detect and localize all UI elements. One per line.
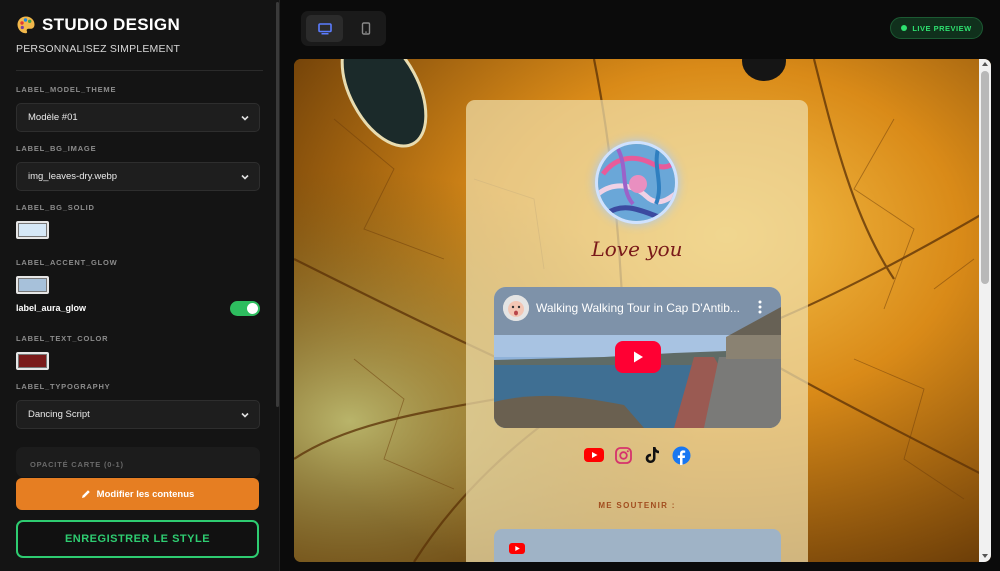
avatar-image [598,144,675,221]
youtube-link[interactable] [584,445,604,465]
card-opacity-panel[interactable]: OPACITÉ CARTE (0-1) [16,447,260,477]
preview-scrollbar-thumb[interactable] [981,71,989,284]
bg-solid-swatch [18,223,47,237]
accent-glow-label: LABEL_ACCENT_GLOW [16,258,118,267]
text-color-label: LABEL_TEXT_COLOR [16,334,109,343]
toggle-knob [247,303,258,314]
mobile-view-button[interactable] [347,15,384,42]
accent-glow-swatch [18,278,47,292]
support-label: ME SOUTENIR : [598,501,676,510]
brand: STUDIO DESIGN [16,15,180,35]
edit-content-button[interactable]: Modifier les contenus [16,478,259,510]
scroll-up-arrow-icon[interactable] [982,62,988,66]
video-title[interactable]: Walking Walking Tour in Cap D'Antib... [536,301,740,315]
desktop-view-button[interactable] [306,15,343,42]
desktop-icon [317,22,332,34]
model-theme-label: LABEL_MODEL_THEME [16,85,117,94]
social-links [584,445,691,465]
bg-image-select[interactable]: img_leaves-dry.webp [16,162,260,191]
divider [16,70,263,71]
headline: Love you [591,237,683,261]
brand-title: STUDIO DESIGN [42,15,181,34]
youtube-embed[interactable]: Walking Walking Tour in Cap D'Antib... [494,287,781,428]
support-card[interactable] [494,529,781,562]
bg-image-value: img_leaves-dry.webp [28,171,118,182]
chevron-down-icon [241,174,249,180]
mobile-icon [361,22,370,35]
aura-glow-label: label_aura_glow [16,303,87,313]
brand-subtitle: PERSONNALISEZ SIMPLEMENT [16,43,181,55]
live-preview-label: LIVE PREVIEW [912,23,972,33]
model-theme-value: Modèle #01 [28,112,78,123]
youtube-icon [584,448,604,462]
live-preview-badge: LIVE PREVIEW [890,17,983,39]
chevron-down-icon [241,115,249,121]
youtube-icon [509,543,525,554]
facebook-link[interactable] [671,445,691,465]
profile-avatar [595,141,678,224]
sidebar-scrollbar[interactable] [276,2,279,407]
link-card: Love you Walking Walking Tour in Cap D'A… [466,100,808,562]
model-theme-select[interactable]: Modèle #01 [16,103,260,132]
tiktok-icon [645,447,659,463]
edit-content-label: Modifier les contenus [96,488,195,500]
save-style-label: ENREGISTRER LE STYLE [64,533,211,545]
sidebar: STUDIO DESIGN PERSONNALISEZ SIMPLEMENT L… [0,0,280,571]
bg-solid-label: LABEL_BG_SOLID [16,203,95,212]
aura-glow-toggle[interactable] [230,301,260,316]
more-vertical-icon[interactable] [758,300,762,314]
card-opacity-label: OPACITÉ CARTE (0-1) [30,460,124,469]
pencil-icon [81,490,90,498]
text-color-picker[interactable] [16,352,49,370]
tiktok-link[interactable] [642,445,662,465]
chevron-down-icon [241,412,249,418]
typography-value: Dancing Script [28,409,90,420]
channel-avatar-image [503,295,529,321]
scroll-down-arrow-icon[interactable] [982,554,988,558]
save-style-button[interactable]: ENREGISTRER LE STYLE [16,520,259,558]
play-icon [634,351,643,363]
instagram-link[interactable] [613,445,633,465]
instagram-icon [614,446,632,464]
typography-select[interactable]: Dancing Script [16,400,260,429]
palette-icon [17,16,35,34]
device-switcher [301,11,386,46]
bg-solid-color-picker[interactable] [16,221,49,239]
channel-avatar[interactable] [503,295,529,321]
preview-frame: Love you Walking Walking Tour in Cap D'A… [294,59,991,562]
bg-image-label: LABEL_BG_IMAGE [16,144,97,153]
accent-glow-color-picker[interactable] [16,276,49,294]
live-dot [901,25,908,31]
typography-label: LABEL_TYPOGRAPHY [16,382,111,391]
facebook-icon [672,446,690,465]
text-color-swatch [18,354,47,368]
play-button[interactable] [615,341,661,373]
